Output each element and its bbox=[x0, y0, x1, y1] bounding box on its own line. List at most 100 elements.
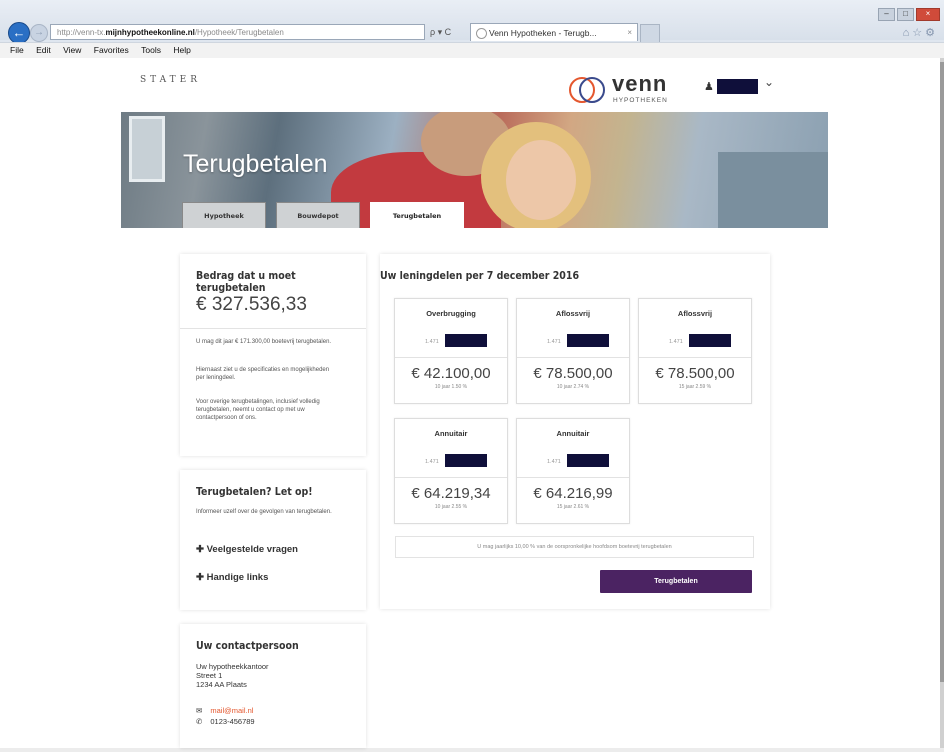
divider bbox=[517, 477, 629, 478]
loan-amount: € 42.100,00 bbox=[411, 365, 491, 382]
attention-heading: Terugbetalen? Let op! bbox=[196, 486, 313, 498]
venn-wordmark: venn bbox=[612, 71, 668, 96]
attention-text: Informeer uzelf over de gevolgen van ter… bbox=[196, 509, 332, 515]
loan-account-prefix: 1.471 bbox=[547, 459, 561, 465]
venn-subtitle: HYPOTHEKEN bbox=[613, 97, 668, 104]
menu-view[interactable]: View bbox=[63, 45, 81, 55]
new-tab-button[interactable] bbox=[640, 24, 660, 43]
url-domain: mijnhypotheekonline.nl bbox=[105, 28, 195, 37]
contact-phone[interactable]: 0123-456789 bbox=[210, 717, 254, 726]
loan-amount: € 64.216,99 bbox=[533, 485, 613, 502]
divider bbox=[395, 477, 507, 478]
settings-gear-icon[interactable]: ⚙ bbox=[925, 27, 938, 39]
url-path: /Hypotheek/Terugbetalen bbox=[194, 28, 284, 37]
summary-heading: Bedrag dat u moet terugbetalen bbox=[196, 270, 296, 294]
plus-icon: ✚ bbox=[196, 544, 207, 555]
address-bar[interactable]: http://venn-tx.mijnhypotheekonline.nl/Hy… bbox=[50, 24, 425, 40]
page-favicon-icon bbox=[476, 28, 487, 39]
contact-panel: Uw contactpersoon Uw hypotheekkantoor St… bbox=[180, 624, 366, 748]
menu-help[interactable]: Help bbox=[173, 45, 190, 55]
user-icon: ♟ bbox=[704, 81, 714, 93]
faq-link-label: Veelgestelde vragen bbox=[206, 544, 298, 555]
maximize-icon[interactable]: □ bbox=[897, 8, 914, 21]
summary-panel: Bedrag dat u moet terugbetalen € 327.536… bbox=[180, 254, 366, 456]
summary-text-2: Hiernaast ziet u de specificaties en mog… bbox=[196, 367, 330, 381]
window-controls: – □ × bbox=[876, 3, 940, 21]
scrollbar-thumb[interactable] bbox=[940, 62, 944, 682]
menu-tools[interactable]: Tools bbox=[141, 45, 161, 55]
contact-heading: Uw contactpersoon bbox=[196, 640, 299, 652]
loan-card: Overbrugging 1.471 € 42.100,00 10 jaar 1… bbox=[394, 298, 508, 404]
loan-account-prefix: 1.471 bbox=[425, 339, 439, 345]
loan-account-redacted bbox=[445, 454, 487, 467]
favorites-star-icon[interactable]: ☆ bbox=[912, 27, 925, 39]
page-title: Terugbetalen bbox=[183, 150, 328, 178]
divider bbox=[395, 357, 507, 358]
loan-card: Annuitair 1.471 € 64.219,34 10 jaar 2.55… bbox=[394, 418, 508, 524]
loan-parts-heading: Uw leningdelen per 7 december 2016 bbox=[380, 270, 580, 282]
user-name-redacted[interactable] bbox=[717, 79, 758, 94]
repayment-note: U mag jaarlijks 10,00 % van de oorspronk… bbox=[395, 536, 754, 558]
divider bbox=[517, 357, 629, 358]
minimize-icon[interactable]: – bbox=[878, 8, 895, 21]
loan-terms: 10 jaar 2.74 % bbox=[556, 384, 590, 390]
home-icon[interactable]: ⌂ bbox=[903, 27, 913, 39]
chevron-down-icon[interactable]: ⌄ bbox=[764, 75, 774, 89]
stater-logo: STATER bbox=[140, 75, 202, 85]
tab-hypotheek[interactable]: Hypotheek bbox=[182, 202, 266, 228]
loan-terms: 10 jaar 1.50 % bbox=[434, 384, 468, 390]
contact-email-row: ✉ mail@mail.nl bbox=[196, 706, 253, 715]
attention-panel: Terugbetalen? Let op! Informeer uzelf ov… bbox=[180, 470, 366, 610]
loan-amount: € 64.219,34 bbox=[411, 485, 491, 502]
contact-city: 1234 AA Plaats bbox=[196, 680, 247, 689]
close-window-icon[interactable]: × bbox=[916, 8, 940, 21]
loan-parts-panel: Uw leningdelen per 7 december 2016 Overb… bbox=[380, 254, 770, 609]
venn-logo[interactable]: venn HYPOTHEKEN bbox=[568, 71, 688, 111]
forward-arrow-icon[interactable]: → bbox=[30, 24, 48, 42]
loan-type: Aflossvrij bbox=[677, 309, 713, 318]
terugbetalen-button[interactable]: Terugbetalen bbox=[600, 570, 752, 593]
loan-type: Annuitair bbox=[434, 429, 468, 438]
loan-terms: 15 jaar 2.61 % bbox=[556, 504, 590, 510]
menu-edit[interactable]: Edit bbox=[36, 45, 51, 55]
loan-account-prefix: 1.471 bbox=[669, 339, 683, 345]
total-amount: € 327.536,33 bbox=[196, 294, 307, 315]
contact-phone-row: ✆ 0123-456789 bbox=[196, 717, 255, 726]
loan-type: Aflossvrij bbox=[555, 309, 591, 318]
contact-street: Street 1 bbox=[196, 671, 223, 680]
useful-links-link[interactable]: ✚ Handige links bbox=[196, 572, 268, 583]
divider bbox=[180, 328, 366, 329]
loan-amount: € 78.500,00 bbox=[533, 365, 613, 382]
browser-toolbar-icons: ⌂☆⚙ bbox=[903, 26, 938, 39]
menu-favorites[interactable]: Favorites bbox=[94, 45, 129, 55]
faq-link[interactable]: ✚ Veelgestelde vragen bbox=[196, 544, 298, 555]
hero-house-shape bbox=[718, 152, 828, 228]
phone-icon: ✆ bbox=[196, 717, 203, 726]
loan-card: Annuitair 1.471 € 64.216,99 15 jaar 2.61… bbox=[516, 418, 630, 524]
tab-close-icon[interactable]: × bbox=[627, 24, 632, 42]
menu-file[interactable]: File bbox=[10, 45, 24, 55]
back-arrow-icon[interactable]: ← bbox=[8, 22, 30, 44]
browser-chrome: ← → http://venn-tx.mijnhypotheekonline.n… bbox=[0, 0, 944, 59]
useful-links-label: Handige links bbox=[206, 572, 269, 583]
summary-text-1: U mag dit jaar € 171.300,00 boetevrij te… bbox=[196, 339, 332, 345]
plus-icon: ✚ bbox=[196, 572, 207, 583]
contact-email-link[interactable]: mail@mail.nl bbox=[210, 706, 253, 715]
summary-text-3: Voor overige terugbetalingen, inclusief … bbox=[196, 399, 320, 421]
loan-type: Annuitair bbox=[556, 429, 590, 438]
loan-account-redacted bbox=[689, 334, 731, 347]
tab-bouwdepot[interactable]: Bouwdepot bbox=[276, 202, 360, 228]
loan-account-prefix: 1.471 bbox=[547, 339, 561, 345]
loan-terms: 10 jaar 2.55 % bbox=[434, 504, 468, 510]
url-prefix: http://venn-tx. bbox=[57, 28, 106, 37]
loan-account-prefix: 1.471 bbox=[425, 459, 439, 465]
browser-tab[interactable]: Venn Hypotheken - Terugb... × bbox=[470, 23, 638, 41]
envelope-icon: ✉ bbox=[196, 706, 203, 715]
loan-account-redacted bbox=[567, 334, 609, 347]
tab-terugbetalen[interactable]: Terugbetalen bbox=[370, 202, 464, 228]
loan-card: Aflossvrij 1.471 € 78.500,00 10 jaar 2.7… bbox=[516, 298, 630, 404]
web-page: STATER venn HYPOTHEKEN ♟ ⌄ Terugbetalen … bbox=[0, 58, 940, 748]
venn-circles-icon bbox=[569, 77, 605, 103]
menu-bar: File Edit View Favorites Tools Help bbox=[0, 42, 944, 59]
loan-account-redacted bbox=[445, 334, 487, 347]
